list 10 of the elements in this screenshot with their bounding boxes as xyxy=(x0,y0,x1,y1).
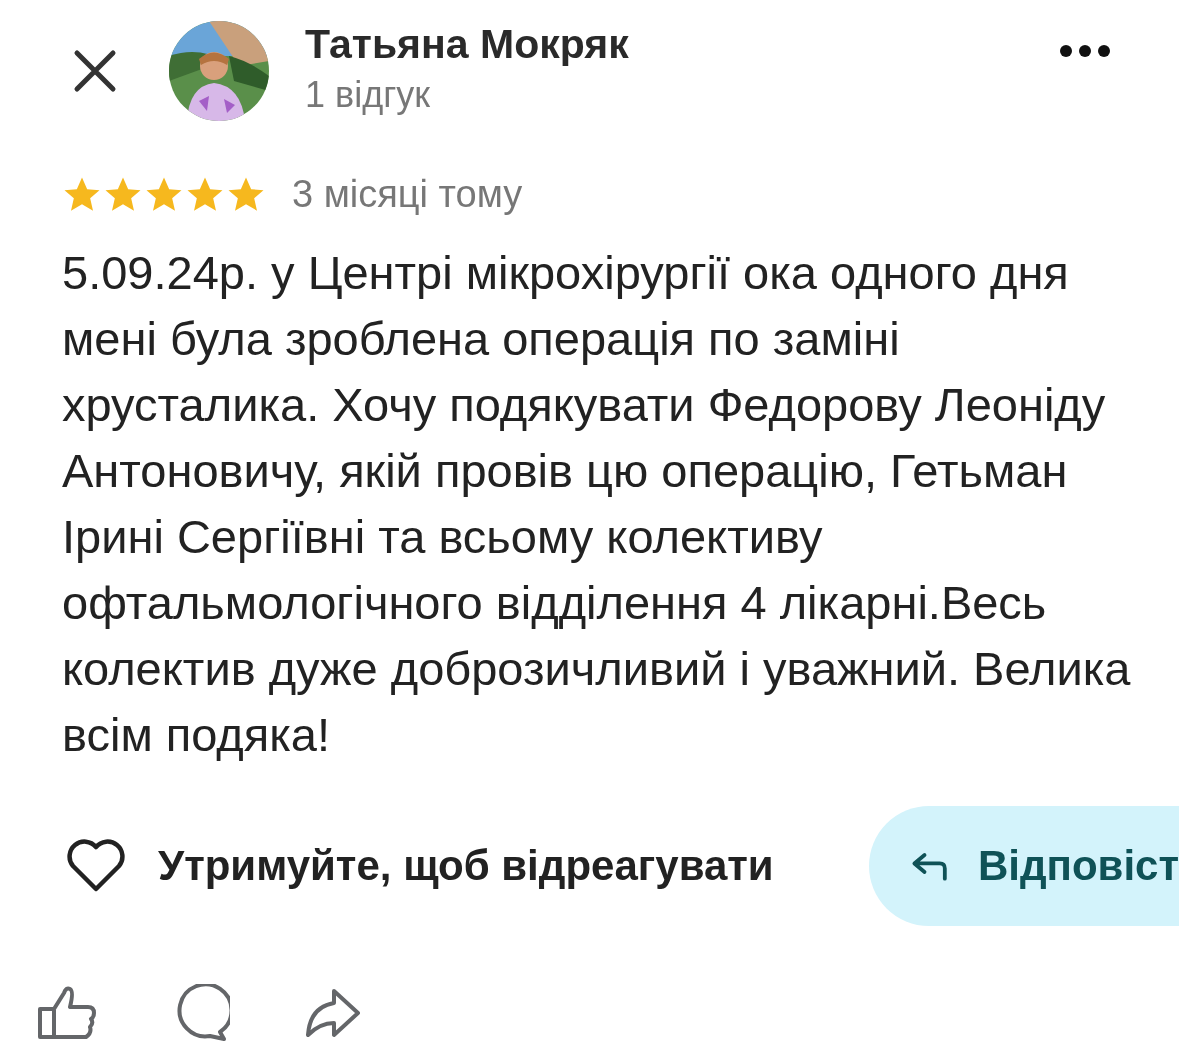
review-text: 5.09.24р. у Центрі мікрохірургії ока одного дня мені була зроблена операція по заміні хрусталика. Хочу подякувати Федорову Леоніду Антоновичу, якій провів цю операцію, Гетьман Ірині Сергіївні та всьому колективу офтальмологічного відділення 4 лікарні.Весь колектив дуже доброзичливий і уважний. Велика всім подяка! xyxy=(62,245,1132,763)
thumbs-up-icon[interactable] xyxy=(36,985,98,1041)
close-icon[interactable] xyxy=(73,48,117,93)
reply-button[interactable]: Відповіст xyxy=(869,806,1179,926)
react-hint: Утримуйте, щоб відреагувати xyxy=(158,842,774,890)
more-icon[interactable] xyxy=(1059,43,1111,58)
heart-icon[interactable] xyxy=(66,839,126,893)
reviewer-name: Татьяна Мокряк xyxy=(305,21,629,68)
review-time: 3 місяці тому xyxy=(292,173,523,216)
review-count: 1 відгук xyxy=(305,74,432,116)
